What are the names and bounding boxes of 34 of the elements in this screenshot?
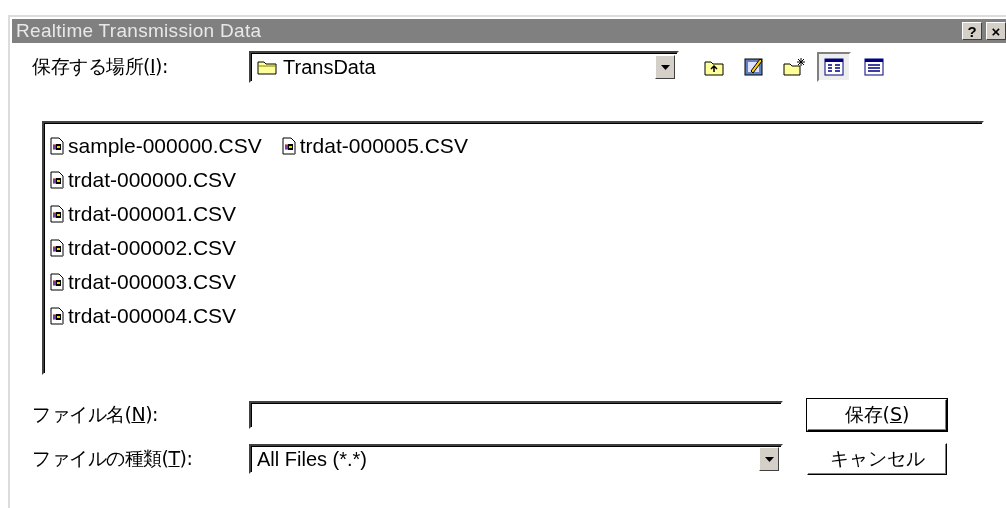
dropdown-arrow-button[interactable] [655,55,675,79]
file-type-label: ファイルの種類(T): [32,446,194,471]
window-title: Realtime Transmission Data [16,20,263,42]
cancel-button[interactable]: キャンセル [807,443,947,475]
file-name[interactable]: trdat-000005.CSV [299,134,468,158]
csv-file-icon [50,205,64,223]
file-type-dropdown[interactable]: All Files (*.*) [249,444,783,474]
csv-file-icon [50,273,64,291]
save-in-dropdown[interactable]: TransData [249,51,679,83]
new-folder-icon [782,57,806,77]
details-view-icon [864,58,884,76]
pencil-document-icon [743,56,765,78]
close-button[interactable]: × [986,22,1006,40]
folder-icon [257,59,277,75]
save-in-label: 保存する場所(I): [32,54,169,79]
file-name[interactable]: trdat-000000.CSV [68,168,237,192]
caret-icon [764,456,774,462]
csv-file-icon [50,239,64,257]
file-name[interactable]: trdat-000004.CSV [68,304,237,328]
csv-file-icon [50,307,64,325]
file-name[interactable]: sample-000000.CSV [68,134,262,158]
caret-icon [660,64,670,70]
help-button[interactable]: ? [962,22,982,40]
file-name[interactable]: trdat-000003.CSV [68,270,237,294]
csv-file-icon [281,137,296,155]
file-name[interactable]: trdat-000002.CSV [68,236,237,260]
file-name[interactable]: trdat-000001.CSV [68,202,237,226]
list-view-icon [824,58,844,76]
csv-file-icon [50,171,64,189]
save-button[interactable]: 保存(S) [807,399,947,431]
dropdown-arrow-button[interactable] [759,447,779,471]
toolbar-button[interactable] [817,52,851,82]
csv-file-icon [50,137,64,155]
file-name-label: ファイル名(N): [32,402,159,427]
